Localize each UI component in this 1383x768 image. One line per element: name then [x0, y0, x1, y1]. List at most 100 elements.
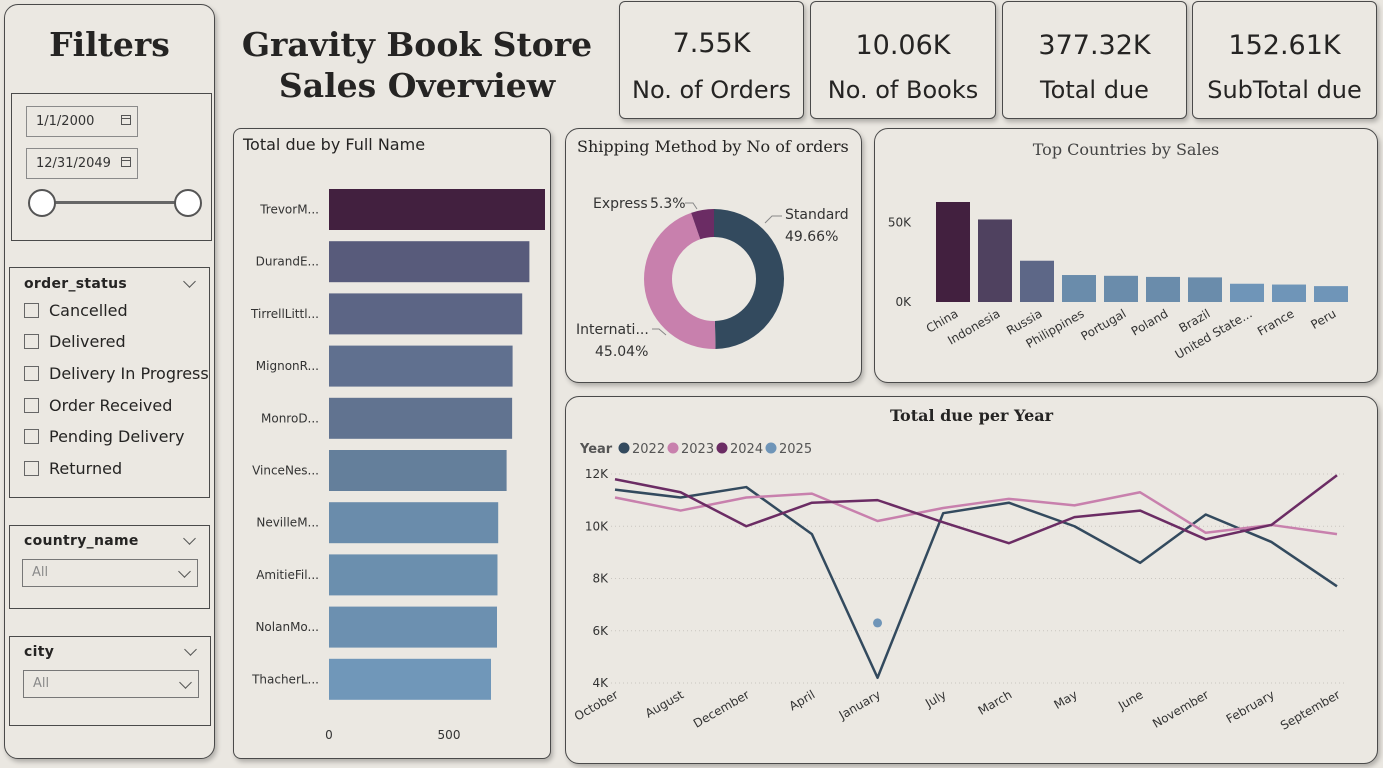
chevron-down-icon[interactable]	[178, 565, 191, 578]
date-range-end-handle[interactable]	[174, 189, 202, 217]
city-dropdown[interactable]: All	[23, 670, 199, 698]
bar	[1230, 283, 1264, 302]
bar	[329, 502, 499, 544]
x-tick-label: Peru	[1308, 306, 1338, 331]
kpi-card-books: 10.06K No. of Books	[810, 1, 996, 119]
y-tick-label: AmitieFil...	[256, 568, 319, 582]
kpi-label: Total due	[1040, 76, 1149, 104]
legend-marker	[667, 442, 679, 454]
slice-value-label: 49.66%	[785, 229, 838, 245]
chevron-down-icon[interactable]	[183, 532, 196, 545]
status-option-cancelled[interactable]: Cancelled	[24, 300, 128, 322]
x-tick-label: May	[1051, 687, 1079, 712]
legend-label: 2022	[632, 442, 665, 457]
y-tick-label: 0K	[895, 295, 912, 309]
chart-card-top-countries: Top Countries by Sales China Indonesia Rus…	[874, 128, 1378, 383]
slice-value-label: 5.3%	[650, 196, 686, 212]
kpi-label: No. of Orders	[632, 76, 791, 104]
bar	[1020, 260, 1054, 302]
y-tick-label: 12K	[585, 467, 609, 481]
bar	[329, 450, 507, 491]
x-tick-label: July	[922, 687, 949, 710]
chevron-down-icon[interactable]	[183, 275, 196, 288]
order-status-title: order_status	[24, 276, 128, 292]
checkbox[interactable]	[24, 461, 39, 476]
chevron-down-icon[interactable]	[179, 676, 192, 689]
status-option-label: Pending Delivery	[49, 427, 185, 446]
chart-card-total-due-by-name: Total due by Full Name TrevorM... DurandE…	[233, 128, 551, 759]
date-start-field[interactable]: 1/1/2000	[26, 106, 138, 137]
bar	[1062, 275, 1096, 302]
date-slicer: 1/1/2000 12/31/2049	[11, 93, 212, 241]
date-end-field[interactable]: 12/31/2049	[26, 148, 138, 179]
y-tick-label: 4K	[592, 676, 609, 690]
kpi-value: 10.06K	[855, 30, 951, 61]
bar	[329, 293, 523, 335]
checkbox[interactable]	[24, 429, 39, 444]
x-tick-label: August	[643, 687, 687, 720]
page-title-line2: Sales Overview	[278, 66, 556, 105]
chart-card-shipping-method: Shipping Method by No of orders Standard…	[565, 128, 862, 383]
kpi-card-subtotal-due: 152.61K SubTotal due	[1192, 1, 1377, 119]
x-tick-label: 500	[438, 728, 461, 742]
status-option-label: Delivery In Progress	[49, 364, 209, 383]
filters-title: Filters	[49, 25, 170, 64]
kpi-value: 152.61K	[1228, 30, 1341, 61]
bar	[329, 397, 513, 439]
bar	[329, 241, 530, 283]
checkbox[interactable]	[24, 334, 39, 349]
status-option-returned[interactable]: Returned	[24, 458, 122, 480]
calendar-icon[interactable]	[121, 115, 131, 125]
bar	[1188, 277, 1222, 302]
kpi-label: SubTotal due	[1207, 76, 1362, 104]
checkbox[interactable]	[24, 303, 39, 318]
status-option-pending-delivery[interactable]: Pending Delivery	[24, 426, 184, 448]
bar	[1272, 284, 1306, 302]
y-tick-label: DurandE...	[256, 255, 319, 269]
y-tick-label: MignonR...	[256, 359, 319, 373]
status-option-delivery-in-progress[interactable]: Delivery In Progress	[24, 363, 209, 385]
checkbox[interactable]	[24, 366, 39, 381]
bar	[978, 219, 1012, 302]
kpi-value: 7.55K	[672, 28, 751, 59]
kpi-card-total-due: 377.32K Total due	[1002, 1, 1187, 119]
x-tick-label: France	[1255, 306, 1297, 338]
x-tick-label: October	[572, 687, 621, 723]
legend-marker	[716, 442, 728, 454]
y-tick-label: 8K	[592, 572, 609, 586]
status-option-delivered[interactable]: Delivered	[24, 331, 126, 353]
bar	[1314, 286, 1348, 302]
series-line	[614, 474, 1338, 545]
status-option-label: Delivered	[49, 332, 126, 351]
legend-marker	[618, 442, 630, 454]
chart-card-total-due-per-year: Total due per Year Year 2022 2023 2024 2025 4…	[565, 396, 1378, 764]
date-range-start-handle[interactable]	[28, 189, 56, 217]
date-range-track	[40, 201, 190, 204]
status-option-order-received[interactable]: Order Received	[24, 395, 172, 417]
bar	[329, 189, 545, 230]
page-title-line1: Gravity Book Store	[241, 25, 593, 64]
country-dropdown-value: All	[32, 565, 49, 580]
kpi-value: 377.32K	[1038, 30, 1151, 61]
donut-slice	[714, 209, 784, 349]
country-slicer-title: country_name	[24, 533, 139, 549]
city-slicer-title: city	[24, 644, 55, 660]
city-dropdown-value: All	[33, 676, 50, 691]
x-tick-label: February	[1224, 687, 1277, 726]
bar	[329, 658, 491, 700]
status-option-label: Cancelled	[49, 301, 128, 320]
checkbox[interactable]	[24, 398, 39, 413]
leader-line	[652, 328, 667, 336]
bar-chart-total-due-by-name: TrevorM... DurandE... TirrellLittl... Migno…	[250, 189, 545, 742]
leader-line	[764, 215, 782, 224]
country-dropdown[interactable]: All	[22, 559, 198, 587]
page-title: Gravity Book Store Sales Overview	[222, 24, 612, 106]
x-tick-label: June	[1115, 687, 1146, 713]
chevron-down-icon[interactable]	[184, 643, 197, 656]
legend-label: 2023	[681, 442, 714, 457]
kpi-card-orders: 7.55K No. of Orders	[619, 1, 804, 119]
y-tick-label: TrevorM...	[259, 203, 319, 217]
x-tick-label: November	[1150, 687, 1211, 730]
bar	[329, 345, 513, 387]
calendar-icon[interactable]	[121, 157, 131, 167]
